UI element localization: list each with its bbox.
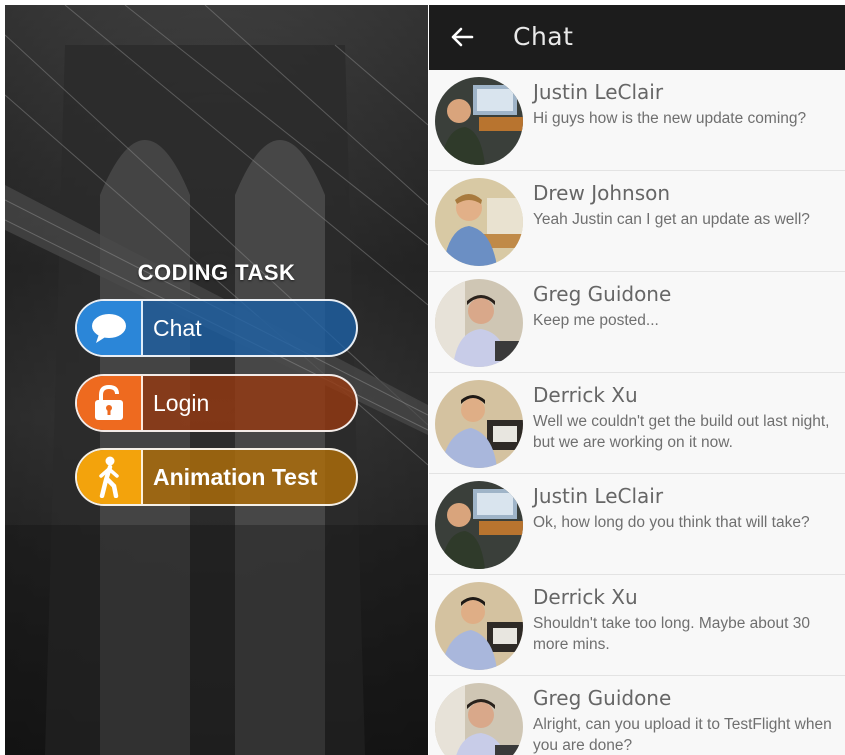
sender-name: Justin LeClair — [533, 484, 664, 508]
message-text: Ok, how long do you think that will take… — [533, 514, 810, 531]
sender-name: Drew Johnson — [533, 181, 671, 205]
app-title: CODING TASK — [137, 260, 296, 285]
sender-name: Greg Guidone — [533, 686, 672, 710]
avatar — [435, 481, 523, 569]
chat-title: Chat — [513, 22, 574, 51]
walking-person-icon — [77, 450, 143, 504]
login-button[interactable]: Login — [75, 374, 358, 432]
chat-panel: Chat Justin LeClair Hi guys how is the n… — [429, 5, 845, 755]
message-row[interactable]: Justin LeClair Hi guys how is the new up… — [429, 70, 845, 171]
message-row[interactable]: Justin LeClair Ok, how long do you think… — [429, 474, 845, 575]
sender-name: Greg Guidone — [533, 282, 672, 306]
login-button-label: Login — [153, 389, 210, 416]
message-text: Shouldn't take too long. Maybe about 30 … — [533, 615, 810, 653]
chat-bubble-icon — [77, 301, 143, 355]
sender-name: Derrick Xu — [533, 383, 638, 407]
avatar — [435, 77, 523, 165]
chat-button[interactable]: Chat — [75, 299, 358, 357]
chat-header: Chat — [429, 5, 845, 70]
animation-test-button-label: Animation Test — [153, 463, 318, 490]
animation-test-button[interactable]: Animation Test — [75, 448, 358, 506]
message-text: Hi guys how is the new update coming? — [533, 110, 807, 127]
message-text: Yeah Justin can I get an update as well? — [533, 211, 810, 228]
arrow-left-icon[interactable] — [447, 22, 477, 52]
sender-name: Justin LeClair — [533, 80, 664, 104]
message-text: Alright, can you upload it to TestFlight… — [533, 716, 832, 754]
message-list[interactable]: Justin LeClair Hi guys how is the new up… — [429, 70, 845, 755]
avatar — [435, 683, 523, 755]
menu-panel: CODING TASK Chat Login Animation Test — [5, 5, 428, 755]
message-text: Keep me posted... — [533, 312, 659, 329]
message-row[interactable]: Drew Johnson Yeah Justin can I get an up… — [429, 171, 845, 272]
message-row[interactable]: Derrick Xu Shouldn't take too long. Mayb… — [429, 575, 845, 676]
message-row[interactable]: Greg Guidone Alright, can you upload it … — [429, 676, 845, 755]
chat-button-label: Chat — [153, 314, 202, 341]
avatar — [435, 279, 523, 367]
sender-name: Derrick Xu — [533, 585, 638, 609]
lock-icon — [77, 376, 143, 430]
avatar — [435, 582, 523, 670]
message-text: Well we couldn't get the build out last … — [533, 413, 830, 451]
message-row[interactable]: Derrick Xu Well we couldn't get the buil… — [429, 373, 845, 474]
message-row[interactable]: Greg Guidone Keep me posted... — [429, 272, 845, 373]
avatar — [435, 380, 523, 468]
avatar — [435, 178, 523, 266]
